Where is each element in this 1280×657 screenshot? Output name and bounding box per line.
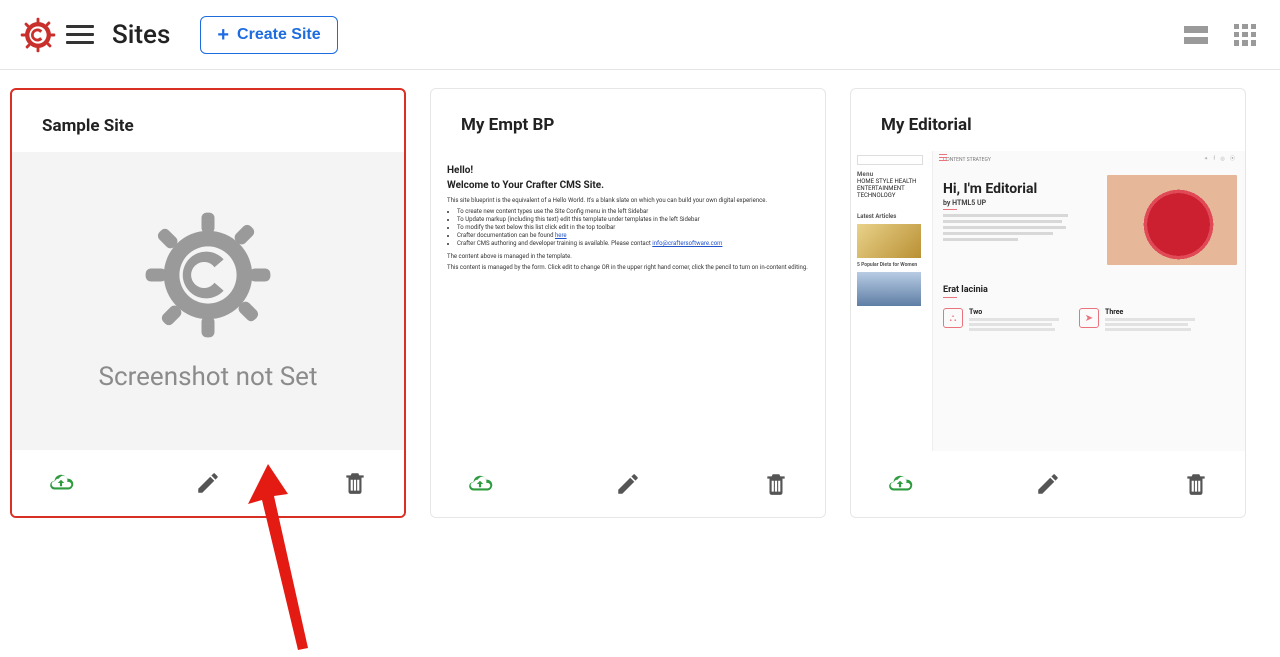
- search-input: [857, 155, 923, 165]
- trash-icon[interactable]: [1181, 469, 1211, 499]
- accent-underline: [943, 209, 957, 210]
- doc-bullet: To create new content types use the Site…: [457, 208, 809, 215]
- preview-placeholder-text: Screenshot not Set: [99, 362, 318, 392]
- editorial-popular-heading: 5 Popular Diets for Women: [857, 262, 926, 268]
- create-site-label: Create Site: [237, 26, 321, 44]
- header-bar: Sites + Create Site: [0, 0, 1280, 70]
- trash-icon[interactable]: [761, 469, 791, 499]
- trash-icon[interactable]: [340, 468, 370, 498]
- doc-bullet: Crafter CMS authoring and developer trai…: [457, 240, 809, 247]
- editorial-nav-item: HEALTH: [895, 178, 917, 185]
- site-card-preview: Hello! Welcome to Your Crafter CMS Site.…: [431, 151, 825, 451]
- view-grid-icon[interactable]: [1234, 24, 1256, 46]
- doc-link-here: here: [555, 232, 567, 239]
- editorial-sidebar: Menu HOME STYLE HEALTH ENTERTAINMENT TEC…: [851, 151, 933, 451]
- gear-icon: [143, 210, 273, 344]
- site-card-actions: [851, 451, 1245, 517]
- view-list-icon[interactable]: [1184, 25, 1208, 45]
- plus-icon: +: [217, 25, 229, 45]
- feature-item: ➤ Three: [1079, 308, 1195, 333]
- site-card-actions: [431, 451, 825, 517]
- create-site-button[interactable]: + Create Site: [200, 16, 337, 54]
- hamburger-icon: [939, 154, 947, 163]
- people-icon: ⛬: [943, 308, 963, 328]
- doc-bullet: To modify the text below this list click…: [457, 224, 809, 231]
- site-card-title: Sample Site: [12, 90, 404, 152]
- doc-bullet-list: To create new content types use the Site…: [457, 208, 809, 247]
- site-card-title: My Empt BP: [431, 89, 825, 151]
- app-logo-icon: [20, 17, 56, 53]
- social-icons: ✦ f ◎ ⦿: [1204, 155, 1237, 162]
- editorial-paragraph: [943, 214, 1068, 241]
- publish-icon[interactable]: [465, 469, 495, 499]
- doc-bullet: To Update markup (including this text) e…: [457, 216, 809, 223]
- site-card-sample-site[interactable]: Sample Site: [10, 88, 406, 518]
- site-card-preview: Menu HOME STYLE HEALTH ENTERTAINMENT TEC…: [851, 151, 1245, 451]
- site-card-my-empt-bp[interactable]: My Empt BP Hello! Welcome to Your Crafte…: [430, 88, 826, 518]
- paper-plane-icon: ➤: [1079, 308, 1099, 328]
- doc-paragraph: This site blueprint is the equivalent of…: [447, 197, 809, 204]
- feature-item: ⛬ Two: [943, 308, 1059, 333]
- pencil-icon[interactable]: [193, 468, 223, 498]
- site-card-title: My Editorial: [851, 89, 1245, 151]
- page-title: Sites: [112, 20, 170, 50]
- publish-icon[interactable]: [46, 468, 76, 498]
- editorial-nav-item: TECHNOLOGY: [857, 192, 895, 199]
- preview-document: Hello! Welcome to Your Crafter CMS Site.…: [431, 151, 825, 451]
- editorial-menu-heading: Menu: [857, 171, 926, 178]
- pencil-icon[interactable]: [1033, 469, 1063, 499]
- preview-editorial: Menu HOME STYLE HEALTH ENTERTAINMENT TEC…: [851, 151, 1245, 451]
- editorial-thumb: [857, 272, 921, 306]
- hero-image: [1107, 175, 1237, 265]
- header-view-toggle: [1184, 24, 1256, 46]
- editorial-thumb: [857, 224, 921, 258]
- pencil-icon[interactable]: [613, 469, 643, 499]
- doc-link-email: info@craftersoftware.com: [652, 240, 722, 247]
- doc-heading-1: Hello!: [447, 165, 809, 176]
- editorial-nav-item: STYLE: [876, 178, 893, 185]
- editorial-articles-heading: Latest Articles: [857, 213, 926, 220]
- editorial-features: ⛬ Two ➤ Three: [943, 308, 1235, 333]
- feature-title: Three: [1105, 308, 1195, 316]
- editorial-nav-item: ENTERTAINMENT: [857, 185, 905, 192]
- feature-title: Two: [969, 308, 1059, 316]
- editorial-nav-item: HOME: [857, 178, 874, 185]
- sites-grid: Sample Site: [0, 70, 1280, 536]
- site-card-actions: [12, 450, 404, 516]
- editorial-section-heading: Erat lacinia: [943, 285, 1235, 295]
- doc-bullet: Crafter documentation can be found here: [457, 232, 809, 239]
- accent-underline: [943, 297, 957, 298]
- publish-icon[interactable]: [885, 469, 915, 499]
- menu-icon[interactable]: [66, 21, 94, 49]
- site-card-my-editorial[interactable]: My Editorial Menu HOME STYLE HEALTH ENTE…: [850, 88, 1246, 518]
- editorial-crumb: CONTENT STRATEGY: [943, 157, 1235, 163]
- site-card-preview: Screenshot not Set: [12, 152, 404, 450]
- doc-paragraph: The content above is managed in the temp…: [447, 253, 809, 260]
- doc-paragraph: This content is managed by the form. Cli…: [447, 264, 809, 271]
- editorial-main: CONTENT STRATEGY ✦ f ◎ ⦿ Hi, I'm Editori…: [933, 151, 1245, 451]
- doc-heading-2: Welcome to Your Crafter CMS Site.: [447, 180, 809, 191]
